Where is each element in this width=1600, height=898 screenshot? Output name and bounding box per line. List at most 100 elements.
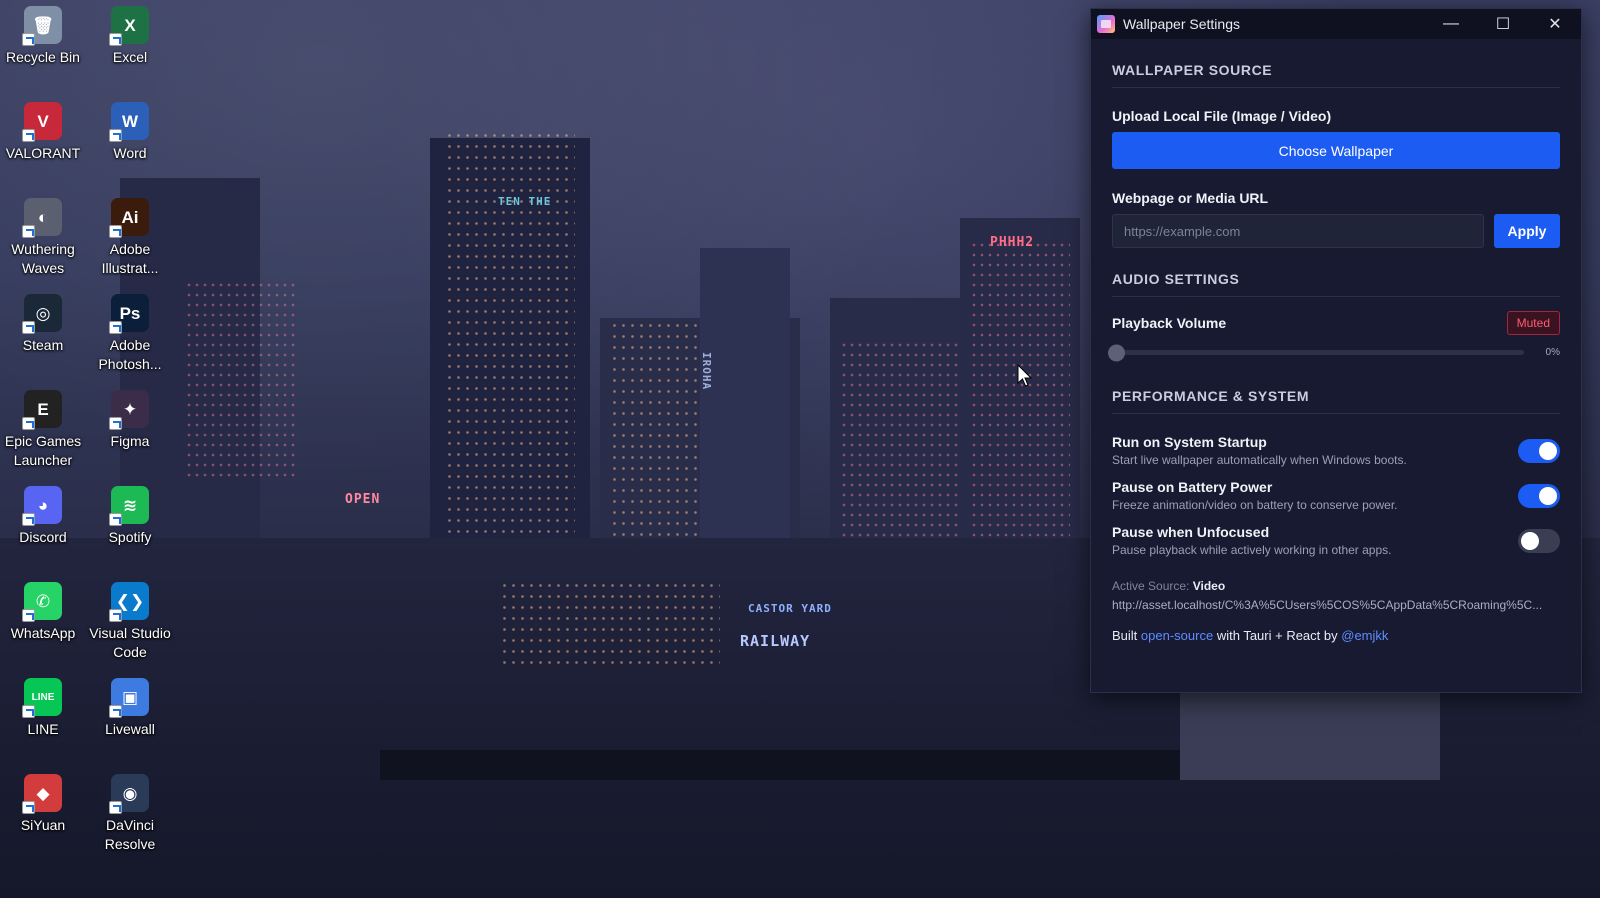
shortcut-arrow-icon xyxy=(22,609,35,622)
shortcut-arrow-icon xyxy=(22,129,35,142)
toggle-knob xyxy=(1539,441,1557,460)
window-titlebar[interactable]: Wallpaper Settings — ☐ ✕ xyxy=(1091,9,1581,39)
shortcut-arrow-icon xyxy=(22,513,35,526)
wallpaper-sign: RAILWAY xyxy=(740,632,811,650)
desktop-icon-item[interactable]: ◎ Steam xyxy=(0,294,86,355)
desktop-icon-item[interactable]: X Excel xyxy=(87,6,173,67)
desktop-icon-item[interactable]: W Word xyxy=(87,102,173,163)
desktop-icon-item[interactable]: ◉ DaVinci Resolve xyxy=(87,774,173,854)
maximize-button[interactable]: ☐ xyxy=(1477,9,1529,39)
shortcut-arrow-icon xyxy=(109,225,122,238)
adobe-illustrator-icon: Ai xyxy=(109,198,149,238)
valorant-icon: V xyxy=(22,102,62,142)
discord-icon: ◕ xyxy=(22,486,62,526)
wallpaper-sign: TEN THE xyxy=(498,195,552,208)
volume-slider[interactable] xyxy=(1108,344,1524,361)
desktop-icon-item[interactable]: ✆ WhatsApp xyxy=(0,582,86,643)
shortcut-arrow-icon xyxy=(109,129,122,142)
wallpaper-sign: CASTOR YARD xyxy=(748,602,832,615)
minimize-button[interactable]: — xyxy=(1425,9,1477,39)
volume-slider-thumb[interactable] xyxy=(1108,344,1125,361)
settings-content: WALLPAPER SOURCE Upload Local File (Imag… xyxy=(1091,62,1581,643)
desktop-icon-label: Wuthering Waves xyxy=(11,241,75,276)
author-link[interactable]: @emjkk xyxy=(1341,628,1388,643)
mouse-cursor-icon xyxy=(1017,364,1033,387)
desktop-icon-item[interactable]: Ai Adobe Illustrat... xyxy=(87,198,173,278)
desktop-icon-item[interactable]: ≋ Spotify xyxy=(87,486,173,547)
volume-slider-row: 0% xyxy=(1108,344,1560,361)
shortcut-arrow-icon xyxy=(22,705,35,718)
figma-icon: ✦ xyxy=(109,390,149,430)
davinci-resolve-icon: ◉ xyxy=(109,774,149,814)
volume-percent: 0% xyxy=(1545,347,1560,358)
desktop-icon-item[interactable]: Ps Adobe Photosh... xyxy=(87,294,173,374)
shortcut-arrow-icon xyxy=(109,609,122,622)
desktop-icon-item[interactable]: 🗑 Recycle Bin xyxy=(0,6,86,67)
desktop-icon-item[interactable]: LINE LINE xyxy=(0,678,86,739)
close-button[interactable]: ✕ xyxy=(1529,9,1581,39)
spotify-icon: ≋ xyxy=(109,486,149,526)
setting-title: Pause when Unfocused xyxy=(1112,524,1270,540)
steam-icon: ◎ xyxy=(22,294,62,334)
desktop-icon-label: Word xyxy=(113,145,147,161)
desktop-icon-item[interactable]: ❮❯ Visual Studio Code xyxy=(87,582,173,662)
desktop-icon-label: DaVinci Resolve xyxy=(104,817,156,852)
setting-text: Pause when Unfocused Pause playback while… xyxy=(1112,524,1391,557)
desktop-icon-label: Adobe Illustrat... xyxy=(101,241,159,276)
desktop-icon-item[interactable]: ◕ Discord xyxy=(0,486,86,547)
word-icon: W xyxy=(109,102,149,142)
desktop-icon-label: Figma xyxy=(110,433,150,449)
shortcut-arrow-icon xyxy=(22,225,35,238)
wallpaper-lower-windows xyxy=(500,580,720,670)
setting-toggle-row: Run on System Startup Start live wallpape… xyxy=(1112,434,1560,467)
url-row: Apply xyxy=(1112,214,1560,248)
apply-button[interactable]: Apply xyxy=(1494,214,1560,248)
desktop-icon-label: Epic Games Launcher xyxy=(4,433,82,468)
desktop-icon-item[interactable]: ▣ Livewall xyxy=(87,678,173,739)
desktop-icon-label: Excel xyxy=(112,49,148,65)
setting-toggle-row: Pause when Unfocused Pause playback while… xyxy=(1112,524,1560,557)
shortcut-arrow-icon xyxy=(109,513,122,526)
shortcut-arrow-icon xyxy=(22,33,35,46)
open-source-link[interactable]: open-source xyxy=(1141,628,1213,643)
muted-badge[interactable]: Muted xyxy=(1506,311,1560,335)
setting-toggle-switch[interactable] xyxy=(1518,438,1560,463)
setting-toggle-switch[interactable] xyxy=(1518,483,1560,508)
setting-text: Pause on Battery Power Freeze animation/v… xyxy=(1112,479,1398,512)
desktop-icon-label: Recycle Bin xyxy=(6,49,80,65)
setting-title: Run on System Startup xyxy=(1112,434,1267,450)
credits-middle: with Tauri + React by xyxy=(1216,628,1338,643)
desktop-icon-item[interactable]: ✦ Figma xyxy=(87,390,173,451)
setting-description: Pause playback while actively working in… xyxy=(1112,543,1392,557)
desktop-icon-label: Visual Studio Code xyxy=(89,625,171,660)
whatsapp-icon: ✆ xyxy=(22,582,62,622)
desktop-icon-item[interactable]: V VALORANT xyxy=(0,102,86,163)
shortcut-arrow-icon xyxy=(109,801,122,814)
window-title: Wallpaper Settings xyxy=(1123,16,1240,32)
choose-wallpaper-button[interactable]: Choose Wallpaper xyxy=(1112,132,1560,169)
active-source-key: Active Source: xyxy=(1112,579,1190,593)
url-label: Webpage or Media URL xyxy=(1112,190,1269,206)
desktop-icon-item[interactable]: E Epic Games Launcher xyxy=(0,390,86,470)
credits-prefix: Built xyxy=(1112,628,1138,643)
siyuan-icon: ◆ xyxy=(22,774,62,814)
setting-toggle-switch[interactable] xyxy=(1518,528,1560,553)
desktop-icon-item[interactable]: ◐ Wuthering Waves xyxy=(0,198,86,278)
recycle-bin-icon: 🗑 xyxy=(22,6,62,46)
desktop-icon-label: VALORANT xyxy=(5,145,81,161)
desktop-icon-label: Livewall xyxy=(105,721,155,737)
shortcut-arrow-icon xyxy=(109,321,122,334)
app-icon xyxy=(1097,15,1115,33)
toggle-knob xyxy=(1539,486,1557,505)
desktop-icon-item[interactable]: ◆ SiYuan xyxy=(0,774,86,835)
setting-description: Freeze animation/video on battery to con… xyxy=(1112,498,1398,512)
credits-line: Built open-source with Tauri + React by … xyxy=(1112,628,1560,643)
wallpaper-source-heading: WALLPAPER SOURCE xyxy=(1112,62,1560,88)
desktop-icon-label: SiYuan xyxy=(20,817,66,833)
shortcut-arrow-icon xyxy=(22,801,35,814)
media-url-input[interactable] xyxy=(1112,214,1484,248)
shortcut-arrow-icon xyxy=(109,33,122,46)
adobe-photoshop-icon: Ps xyxy=(109,294,149,334)
setting-description: Start live wallpaper automatically when … xyxy=(1112,453,1407,467)
wallpaper-sign: OPEN xyxy=(345,492,381,507)
